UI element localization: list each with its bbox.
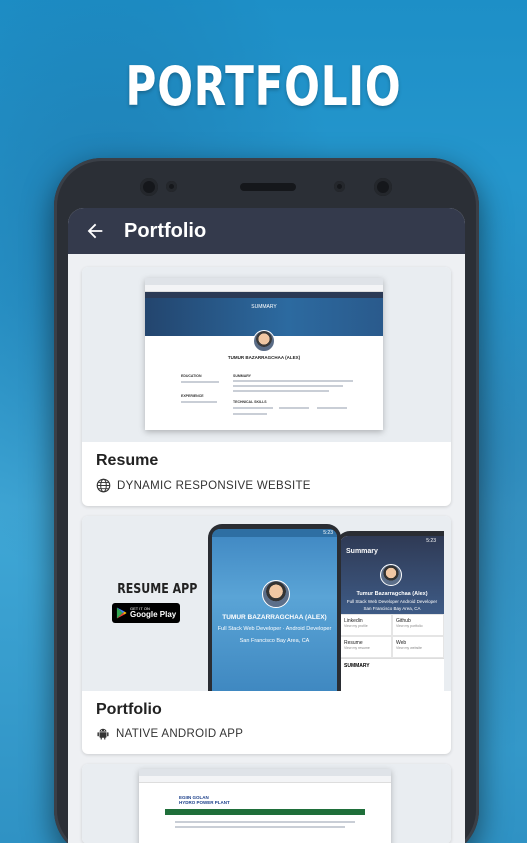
card-title: Portfolio — [96, 701, 162, 718]
app-profile-name: Tumur Bazarragchaa (Alex) — [356, 591, 428, 597]
app-profile-role: Full Stack Web Developer · Android Devel… — [217, 626, 332, 632]
android-icon — [97, 728, 109, 740]
app-screen-title: Summary — [346, 548, 378, 555]
site-name: TUMUR BAZARRAGCHAA (ALEX) — [227, 355, 301, 360]
app-links-grid: Linkedin View my profile Github View my … — [340, 614, 444, 658]
phone-sensor-right — [334, 181, 345, 192]
site-text-line — [181, 401, 217, 403]
link-sub: View my portfolio — [396, 624, 423, 628]
site-section-experience: EXPERIENCE — [181, 394, 204, 398]
app-header: 5:23 Summary Tumur Bazarragchaa (Alex) F… — [340, 536, 444, 614]
site-section-summary: SUMMARY — [233, 374, 251, 378]
app-screen: 5:23 Summary Tumur Bazarragchaa (Alex) F… — [340, 536, 444, 691]
app-bar-title: Portfolio — [124, 219, 207, 242]
site-logo: EGIIN GOLAN HYDRO POWER PLANT — [179, 795, 230, 806]
app-link-web: Web View my website — [392, 636, 444, 658]
link-sub: View my resume — [344, 646, 370, 650]
site-logo-line2: HYDRO POWER PLANT — [179, 800, 230, 806]
app-screen: 5:23 TUMUR BAZARRAGCHAA (ALEX) Full Stac… — [212, 529, 337, 691]
link-sub: View my profile — [344, 624, 368, 628]
avatar — [253, 330, 275, 352]
card-body: Portfolio NATIVE ANDROID APP — [82, 691, 451, 754]
site-text-line — [175, 826, 345, 828]
app-profile-name: TUMUR BAZARRAGCHAA (ALEX) — [222, 614, 327, 621]
site-text-line — [233, 385, 343, 387]
browser-tabs — [145, 278, 383, 285]
browser-url-bar — [145, 285, 383, 292]
card-body: Resume DYNAMIC RESPONSIVE WEBSITE — [82, 442, 451, 506]
card-title: Resume — [96, 452, 159, 469]
card-subtitle: NATIVE ANDROID APP — [116, 728, 244, 740]
site-text-line — [233, 390, 329, 392]
phone-speaker — [240, 183, 296, 191]
promo-title: RESUME APP — [117, 582, 198, 597]
site-text-line — [233, 413, 267, 415]
portfolio-card-resume[interactable]: SUMMARY TUMUR BAZARRAGCHAA (ALEX) EDUCAT… — [82, 267, 451, 506]
avatar — [380, 564, 402, 586]
site-text-line — [279, 407, 309, 409]
browser-url-bar — [139, 776, 391, 783]
site-section-skills: TECHNICAL SKILLS — [233, 400, 267, 404]
browser-tabs — [139, 769, 391, 776]
app-link-resume: Resume View my resume — [340, 636, 392, 658]
avatar — [262, 580, 290, 608]
site-text-line — [181, 381, 219, 383]
app-link-github: Github View my portfolio — [392, 614, 444, 636]
status-time: 5:23 — [323, 530, 333, 536]
badge-store-text: Google Play — [130, 610, 177, 619]
status-time: 5:23 — [426, 538, 436, 544]
promo-block: RESUME APP GET IT ON Google Play — [112, 582, 198, 623]
google-play-badge: GET IT ON Google Play — [112, 603, 180, 623]
site-text-line — [175, 821, 355, 823]
app-profile-location: San Francisco Bay Area, CA — [363, 606, 421, 611]
status-bar: 5:23 — [212, 529, 337, 537]
app-summary-heading: SUMMARY — [340, 658, 444, 673]
app-screenshot-back: 5:23 Summary Tumur Bazarragchaa (Alex) F… — [336, 531, 444, 691]
website-screenshot: SUMMARY TUMUR BAZARRAGCHAA (ALEX) EDUCAT… — [145, 278, 383, 430]
site-text-line — [317, 407, 347, 409]
portfolio-card-android[interactable]: RESUME APP GET IT ON Google Play 5:23 Su… — [82, 516, 451, 754]
phone-sensor-left — [166, 181, 177, 192]
app-bar: Portfolio — [68, 208, 465, 254]
card-subtitle-row: DYNAMIC RESPONSIVE WEBSITE — [96, 478, 437, 493]
card-thumbnail: RESUME APP GET IT ON Google Play 5:23 Su… — [82, 516, 451, 691]
app-link-linkedin: Linkedin View my profile — [340, 614, 392, 636]
arrow-back-icon[interactable] — [84, 220, 106, 242]
site-hero-heading: SUMMARY — [251, 304, 277, 310]
link-sub: View my website — [396, 646, 423, 650]
phone-frame: Portfolio SUMMARY TUMUR BAZARRAGCHAA (AL… — [54, 158, 479, 843]
globe-icon — [96, 478, 111, 493]
site-section-education: EDUCATION — [181, 374, 202, 378]
page-headline: PORTFOLIO — [125, 55, 402, 118]
card-thumbnail: SUMMARY TUMUR BAZARRAGCHAA (ALEX) EDUCAT… — [82, 267, 451, 442]
app-profile-role: Full Stack Web Developer Android Develop… — [346, 599, 438, 604]
site-text-line — [233, 380, 353, 382]
phone-camera-right — [374, 178, 392, 196]
website-screenshot: EGIIN GOLAN HYDRO POWER PLANT — [139, 769, 391, 843]
site-text-line — [233, 407, 273, 409]
portfolio-list: SUMMARY TUMUR BAZARRAGCHAA (ALEX) EDUCAT… — [68, 254, 465, 843]
portfolio-card-hydro[interactable]: EGIIN GOLAN HYDRO POWER PLANT — [82, 764, 451, 843]
card-thumbnail: EGIIN GOLAN HYDRO POWER PLANT — [82, 764, 451, 843]
app-screenshot-front: 5:23 TUMUR BAZARRAGCHAA (ALEX) Full Stac… — [208, 524, 341, 691]
google-play-icon — [116, 607, 127, 619]
phone-screen: Portfolio SUMMARY TUMUR BAZARRAGCHAA (AL… — [68, 208, 465, 843]
card-subtitle-row: NATIVE ANDROID APP — [96, 727, 437, 741]
site-nav — [165, 809, 365, 815]
card-subtitle: DYNAMIC RESPONSIVE WEBSITE — [117, 479, 311, 492]
phone-camera-left — [140, 178, 158, 196]
app-profile-location: San Francisco Bay Area, CA — [239, 638, 310, 644]
